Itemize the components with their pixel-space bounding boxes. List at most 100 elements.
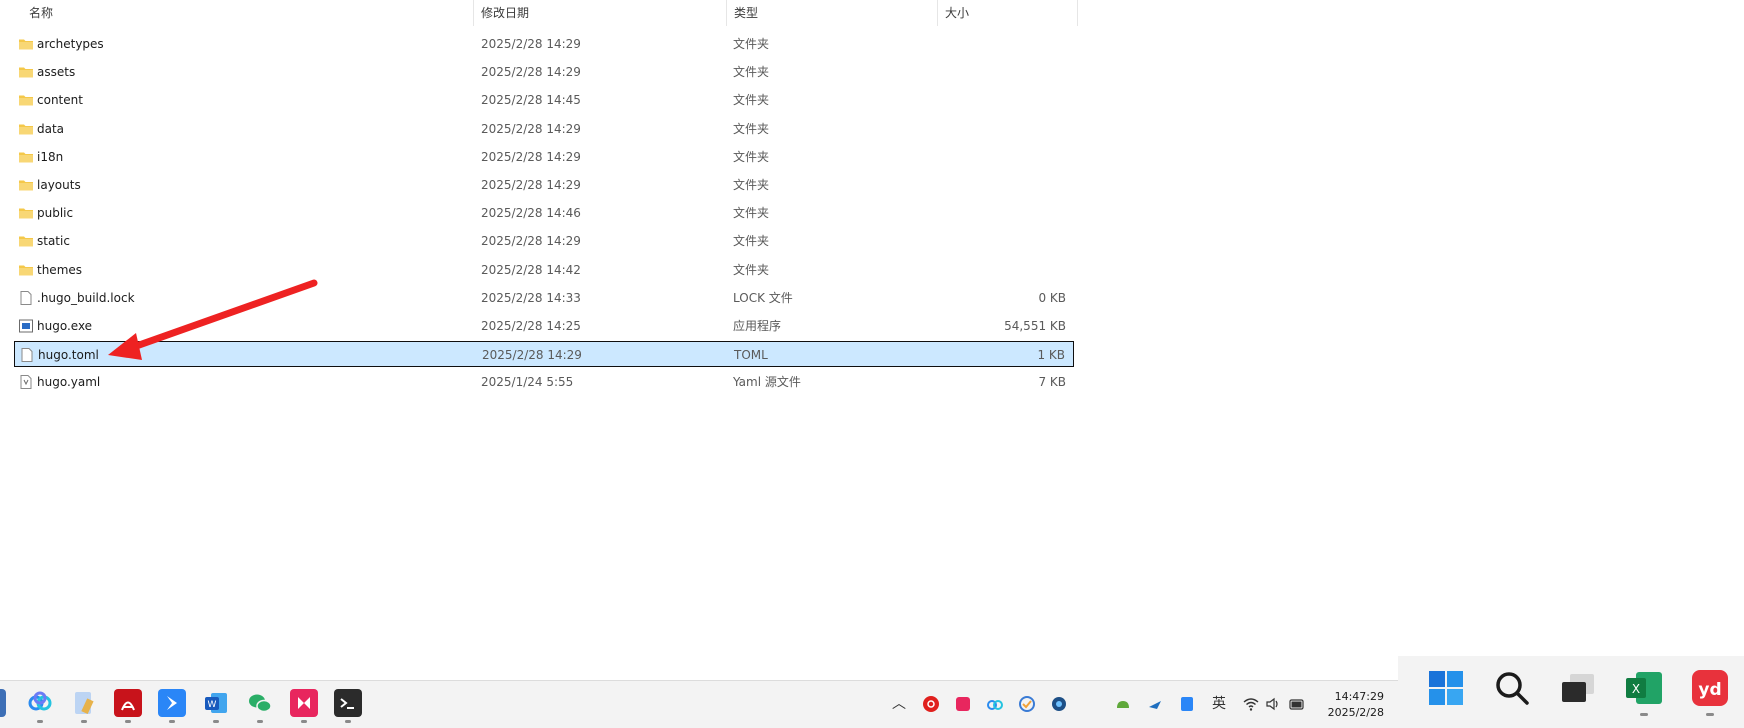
folder-icon [18, 205, 34, 221]
word-icon[interactable]: W [202, 689, 230, 723]
file-row[interactable]: themes 2025/2/28 14:42 文件夹 [14, 257, 1074, 283]
file-type: 文件夹 [733, 121, 770, 136]
file-name: .hugo_build.lock [37, 290, 135, 305]
clock-time: 14:47:29 [1334, 690, 1384, 703]
file-date: 2025/2/28 14:29 [481, 37, 581, 51]
column-name-label: 名称 [29, 6, 54, 20]
app-icon[interactable] [0, 689, 6, 717]
baidu-netdisk-icon[interactable] [26, 689, 54, 723]
folder-icon [18, 177, 34, 193]
yaml-file-icon [18, 374, 34, 390]
file-size: 0 KB [1038, 290, 1066, 305]
file-row[interactable]: assets 2025/2/28 14:29 文件夹 [14, 59, 1074, 85]
clock[interactable]: 14:47:29 2025/2/28 [1318, 689, 1384, 721]
column-size-label: 大小 [945, 6, 970, 20]
column-header: 名称 ⌃ 修改日期 类型 大小 [0, 0, 1080, 26]
clock-date: 2025/2/28 [1327, 706, 1384, 719]
file-icon [19, 347, 35, 363]
file-size: 54,551 KB [1004, 319, 1066, 333]
file-date: 2025/2/28 14:29 [481, 149, 581, 164]
file-type: 文件夹 [733, 234, 770, 249]
column-type-label: 类型 [734, 6, 759, 20]
network-app-icon[interactable] [1146, 695, 1164, 713]
file-row[interactable]: hugo.yaml 2025/1/24 5:55 Yaml 源文件 7 KB [14, 369, 1074, 395]
file-date: 2025/1/24 5:55 [481, 375, 574, 390]
youdao-icon[interactable]: yd [1690, 668, 1730, 716]
pinned-apps-panel: X yd [1398, 656, 1744, 728]
file-size: 7 KB [1038, 375, 1066, 390]
file-type: 文件夹 [733, 65, 770, 80]
file-row[interactable]: i18n 2025/2/28 14:29 文件夹 [14, 144, 1074, 170]
file-date: 2025/2/28 14:46 [481, 206, 581, 221]
file-name: hugo.exe [37, 319, 93, 333]
task-icon[interactable] [1018, 695, 1036, 713]
file-name: data [37, 121, 65, 136]
file-name: public [37, 206, 74, 221]
file-type: TOML [734, 348, 768, 363]
chevron-up-icon[interactable]: ︿ [890, 695, 908, 713]
terminal-icon[interactable] [334, 689, 362, 723]
netease-music-icon[interactable] [922, 695, 940, 713]
file-name: layouts [37, 178, 81, 192]
file-row[interactable]: layouts 2025/2/28 14:29 文件夹 [14, 172, 1074, 198]
task-view-icon[interactable] [1558, 668, 1598, 708]
folder-icon [18, 121, 34, 137]
file-name: hugo.yaml [37, 375, 101, 390]
baidu-netdisk-icon[interactable] [986, 695, 1004, 713]
file-date: 2025/2/28 14:45 [481, 93, 581, 108]
folder-icon [18, 233, 34, 249]
file-type: Yaml 源文件 [733, 375, 801, 390]
file-type: 文件夹 [733, 262, 770, 277]
file-row[interactable]: content 2025/2/28 14:45 文件夹 [14, 87, 1074, 113]
wifi-icon[interactable] [1242, 695, 1260, 713]
app-icon[interactable] [290, 689, 318, 723]
feishu-icon[interactable] [158, 689, 186, 723]
svg-text:yd: yd [1698, 680, 1721, 700]
excel-icon[interactable]: X [1624, 668, 1664, 716]
file-row[interactable]: .hugo_build.lock 2025/2/28 14:33 LOCK 文件 0 … [14, 285, 1074, 311]
file-row[interactable]: public 2025/2/28 14:46 文件夹 [14, 200, 1074, 226]
search-icon[interactable] [1492, 668, 1532, 708]
file-date: 2025/2/28 14:42 [481, 262, 581, 277]
wechat-icon[interactable] [246, 689, 274, 723]
notepad-icon[interactable] [70, 689, 98, 723]
file-date: 2025/2/28 14:33 [481, 290, 581, 305]
battery-icon[interactable] [1288, 695, 1306, 713]
browser-icon[interactable] [1050, 695, 1068, 713]
file-icon [18, 290, 34, 306]
file-explorer: 名称 ⌃ 修改日期 类型 大小 archetypes 2025/2/28 14:2… [0, 0, 1744, 680]
ime-indicator[interactable]: 英 [1210, 695, 1228, 713]
app-icon[interactable] [954, 695, 972, 713]
file-type: 文件夹 [733, 37, 770, 51]
file-name: static [37, 234, 70, 249]
column-date[interactable]: 修改日期 [474, 0, 727, 26]
file-date: 2025/2/28 14:29 [481, 65, 581, 80]
file-type: 文件夹 [733, 178, 770, 192]
acrobat-icon[interactable] [114, 689, 142, 723]
android-icon[interactable] [1114, 695, 1132, 713]
file-type: 应用程序 [733, 319, 782, 333]
file-type: 文件夹 [733, 206, 770, 221]
file-date: 2025/2/28 14:29 [481, 121, 581, 136]
sort-up-icon: ⌃ [244, 0, 254, 7]
file-row[interactable]: hugo.exe 2025/2/28 14:25 应用程序 54,551 KB [14, 313, 1074, 339]
file-row[interactable]: hugo.toml 2025/2/28 14:29 TOML 1 KB [14, 341, 1074, 368]
folder-icon [18, 262, 34, 278]
file-name: assets [37, 65, 76, 80]
file-type: LOCK 文件 [733, 290, 793, 305]
svg-text:W: W [208, 700, 217, 710]
bluetooth-app-icon[interactable] [1178, 695, 1196, 713]
column-type[interactable]: 类型 [727, 0, 938, 26]
file-type: 文件夹 [733, 93, 770, 108]
file-size: 1 KB [1037, 348, 1065, 363]
folder-icon [18, 92, 34, 108]
svg-text:X: X [1632, 682, 1640, 696]
file-row[interactable]: data 2025/2/28 14:29 文件夹 [14, 116, 1074, 142]
volume-icon[interactable] [1264, 695, 1282, 713]
file-name: content [37, 93, 83, 108]
column-date-label: 修改日期 [481, 6, 530, 20]
column-size[interactable]: 大小 [938, 0, 1078, 26]
file-row[interactable]: static 2025/2/28 14:29 文件夹 [14, 228, 1074, 254]
windows-start-icon[interactable] [1426, 668, 1466, 708]
file-row[interactable]: archetypes 2025/2/28 14:29 文件夹 [14, 31, 1074, 57]
